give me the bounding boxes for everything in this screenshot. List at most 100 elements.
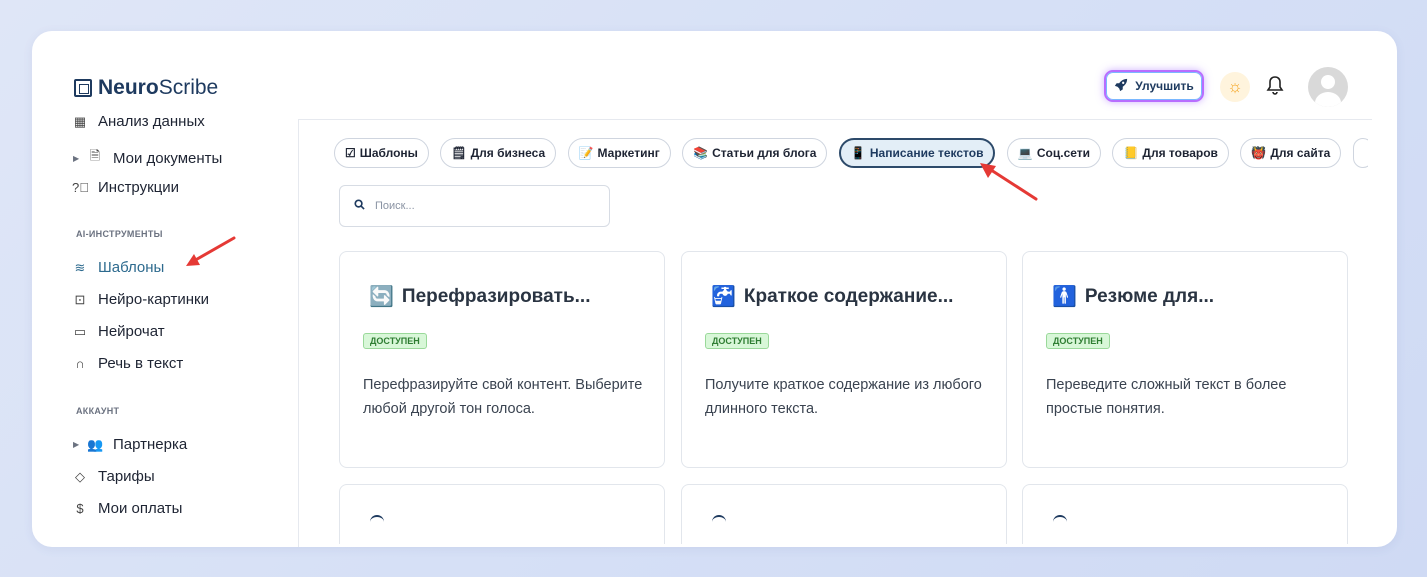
ledger-icon: 📒: [1123, 146, 1139, 160]
chip-more[interactable]: [1352, 138, 1368, 168]
chip-website[interactable]: 👹 Для сайта: [1240, 138, 1342, 168]
sidebar-item-label: Инструкции: [98, 179, 180, 196]
chip-social-media[interactable]: 💻 Соц.сети: [1006, 138, 1102, 168]
caret-right-icon: ▶: [73, 440, 80, 449]
logo-bold: Neuro: [98, 76, 159, 99]
help-circle-icon: ?⃝: [72, 180, 89, 195]
category-chips: ☑ Шаблоны 🗒 Для бизнеса 📝 Маркетинг 📚 Статьи…: [334, 138, 1368, 170]
chip-label: Шаблоны: [359, 146, 418, 160]
template-card[interactable]: [681, 484, 1007, 544]
chip-label: Для сайта: [1270, 146, 1331, 160]
sidebar-item-speech-to-text[interactable]: ∩ Речь в текст: [72, 355, 183, 372]
card-title: 🚰 Краткое содержание...: [711, 284, 953, 309]
sidebar-item-my-documents[interactable]: ▶ 🗎 Мои документы: [73, 147, 222, 169]
sidebar-item-tariffs[interactable]: ◇ Тарифы: [72, 468, 155, 485]
dollar-icon: $: [76, 501, 84, 516]
section-title-account: АККАУНТ: [76, 406, 120, 416]
users-icon: 👥: [87, 436, 104, 452]
logo[interactable]: NeuroScribe: [74, 76, 218, 100]
sidebar-item-instructions[interactable]: ?⃝ Инструкции: [72, 179, 179, 196]
bell-icon: [1266, 75, 1284, 100]
sidebar-item-data-analysis[interactable]: ▦ Анализ данных: [72, 113, 205, 130]
sidebar-item-label: Шаблоны: [98, 259, 165, 276]
sidebar-item-label: Партнерка: [113, 436, 188, 453]
notepad-icon: 🗒: [451, 146, 467, 160]
search-input[interactable]: [375, 200, 595, 212]
memo-icon: 📝: [578, 146, 594, 160]
headphones-icon: ∩: [75, 356, 85, 371]
sidebar-divider: [298, 119, 299, 547]
mask-icon: 👹: [1251, 146, 1267, 160]
chip-text-writing[interactable]: 📱 Написание текстов: [838, 138, 996, 168]
refresh-icon: 🔄: [369, 286, 394, 308]
sidebar-item-label: Нейро-картинки: [98, 291, 209, 308]
theme-toggle-button[interactable]: ☼: [1220, 72, 1250, 102]
tag-icon: ◇: [75, 468, 85, 484]
chip-templates[interactable]: ☑ Шаблоны: [334, 138, 429, 168]
search-box[interactable]: [339, 185, 610, 227]
sidebar-item-label: Нейрочат: [98, 323, 165, 340]
grid-icon: ▦: [73, 113, 87, 129]
faucet-icon: 🚰: [711, 286, 736, 308]
card-description: Получите краткое содержание из любого дл…: [705, 377, 982, 417]
laptop-icon: 💻: [1017, 146, 1033, 160]
sidebar-item-label: Мои оплаты: [98, 500, 183, 517]
card-title-text: Резюме для...: [1084, 285, 1215, 307]
chip-products[interactable]: 📒 Для товаров: [1112, 138, 1229, 168]
sidebar-item-partner[interactable]: ▶ 👥 Партнерка: [73, 436, 187, 453]
rocket-icon: [1114, 78, 1128, 95]
books-icon: 📚: [693, 146, 709, 160]
card-title-text: Перефразировать...: [401, 285, 591, 307]
status-badge: ДОСТУПЕН: [705, 333, 769, 349]
sidebar-item-templates[interactable]: ≋ Шаблоны: [72, 259, 165, 276]
card-title: 🔄 Перефразировать...: [369, 284, 591, 309]
sidebar-item-neurochat[interactable]: ▭ Нейрочат: [72, 323, 165, 340]
document-icon: 🗎: [89, 148, 101, 163]
template-card-summary[interactable]: 🚰 Краткое содержание... ДОСТУПЕН Получит…: [681, 251, 1007, 468]
checkbox-icon: ☑: [345, 146, 356, 160]
chip-business[interactable]: 🗒 Для бизнеса: [440, 138, 557, 168]
upgrade-button[interactable]: Улучшить: [1104, 70, 1204, 102]
app-window: NeuroScribe Улучшить ☼ ▦ Анализ данных ▶…: [32, 31, 1397, 547]
chip-blog-articles[interactable]: 📚 Статьи для блога: [682, 138, 828, 168]
chat-icon: ▭: [73, 323, 87, 339]
search-icon: [354, 199, 365, 213]
card-icon: [1053, 515, 1067, 523]
card-icon: [712, 515, 726, 523]
sidebar-item-label: Анализ данных: [98, 113, 205, 130]
template-card-paraphrase[interactable]: 🔄 Перефразировать... ДОСТУПЕН Перефразир…: [339, 251, 665, 468]
layers-icon: ≋: [74, 259, 86, 275]
sidebar-item-my-payments[interactable]: $ Мои оплаты: [72, 500, 182, 517]
template-card-resume[interactable]: 🚹 Резюме для... ДОСТУПЕН Переведите слож…: [1022, 251, 1348, 468]
sidebar-item-label: Тарифы: [98, 468, 155, 485]
person-icon: 🚹: [1052, 286, 1077, 308]
card-title: 🚹 Резюме для...: [1052, 284, 1214, 309]
chip-marketing[interactable]: 📝 Маркетинг: [567, 138, 671, 168]
template-card[interactable]: [339, 484, 665, 544]
sun-icon: ☼: [1227, 77, 1243, 96]
header-divider: [299, 119, 1372, 120]
chip-label: Для бизнеса: [470, 146, 546, 160]
notifications-button[interactable]: [1262, 74, 1288, 100]
card-icon: [370, 515, 384, 523]
logo-icon: [74, 79, 92, 97]
phone-icon: 📱: [850, 146, 866, 160]
status-badge: ДОСТУПЕН: [1046, 333, 1110, 349]
template-card[interactable]: [1022, 484, 1348, 544]
chip-label: Статьи для блога: [712, 146, 817, 160]
section-title-ai-tools: AI-ИНСТРУМЕНТЫ: [76, 229, 163, 239]
chip-label: Соц.сети: [1036, 146, 1091, 160]
avatar[interactable]: [1308, 67, 1348, 107]
image-icon: ⊡: [74, 291, 86, 307]
card-description: Перефразируйте свой контент. Выберите лю…: [363, 377, 643, 417]
status-badge: ДОСТУПЕН: [363, 333, 427, 349]
sidebar-item-label: Мои документы: [113, 149, 223, 167]
chip-label: Для товаров: [1142, 146, 1218, 160]
chip-label: Маркетинг: [597, 146, 660, 160]
sidebar-item-neuro-images[interactable]: ⊡ Нейро-картинки: [72, 291, 209, 308]
caret-right-icon: ▶: [73, 153, 80, 163]
sidebar-item-label: Речь в текст: [98, 355, 184, 372]
sidebar: ▦ Анализ данных ▶ 🗎 Мои документы ?⃝ Инс…: [32, 113, 298, 547]
upgrade-label: Улучшить: [1135, 79, 1194, 93]
logo-rest: Scribe: [158, 76, 219, 99]
